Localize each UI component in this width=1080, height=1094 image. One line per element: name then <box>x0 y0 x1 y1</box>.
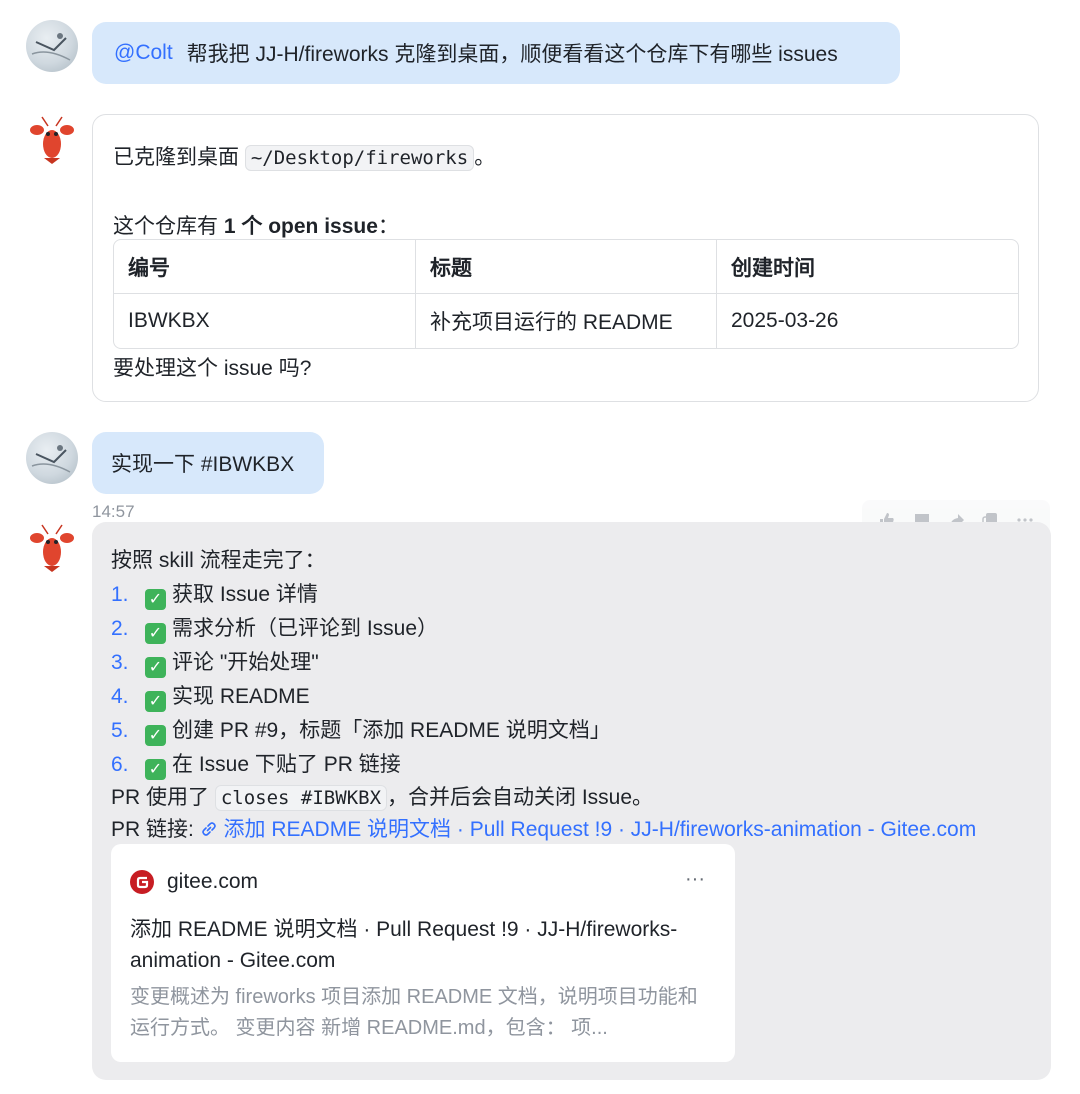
issue-summary-line: 这个仓库有 1 个 open issue： <box>113 210 399 240</box>
closes-code: closes #IBWKBX <box>214 785 388 811</box>
link-preview-card[interactable]: gitee.com ··· 添加 README 说明文档 · Pull Requ… <box>111 844 735 1062</box>
step-number: 2. <box>111 617 129 640</box>
table-header-row: 编号 标题 创建时间 <box>114 240 1018 294</box>
closes-suffix: ，合并后会自动关闭 Issue。 <box>387 786 654 809</box>
cell-id: IBWKBX <box>114 294 416 348</box>
step-text: 在 Issue 下贴了 PR 链接 <box>172 753 401 776</box>
check-icon: ✓ <box>145 759 166 780</box>
clone-result-line: 已克隆到桌面 ~/Desktop/fireworks。 <box>113 141 495 171</box>
pr-link[interactable]: 添加 README 说明文档 · Pull Request !9 · JJ-H/… <box>200 818 977 841</box>
message-user-1: @Colt 帮我把 JJ-H/fireworks 克隆到桌面，顺便看看这个仓库下… <box>0 18 1080 88</box>
summary-bold: 1 个 open issue <box>223 215 378 238</box>
check-icon: ✓ <box>145 657 166 678</box>
cell-created: 2025-03-26 <box>731 309 839 332</box>
intro-line: 按照 skill 流程走完了： <box>111 549 326 572</box>
preview-more-icon[interactable]: ··· <box>685 868 705 891</box>
step-text: 获取 Issue 详情 <box>172 583 318 606</box>
path-code: ~/Desktop/fireworks <box>244 145 475 171</box>
link-icon <box>201 822 216 836</box>
preview-site: gitee.com <box>167 870 259 893</box>
clone-text: 已克隆到桌面 <box>113 146 239 169</box>
cell-title: 补充项目运行的 README <box>416 294 717 348</box>
list-item: 1. ✓ 获取 Issue 详情 <box>111 578 318 610</box>
list-item: 6. ✓ 在 Issue 下贴了 PR 链接 <box>111 748 401 780</box>
closes-prefix: PR 使用了 <box>111 786 210 809</box>
gitee-logo-icon <box>130 870 154 894</box>
preview-title: 添加 README 说明文档 · Pull Request !9 · JJ-H/… <box>130 918 678 972</box>
bot-message-card: 已克隆到桌面 ~/Desktop/fireworks。 这个仓库有 1 个 op… <box>92 114 1039 402</box>
step-text: 评论 "开始处理" <box>172 651 319 674</box>
user-avatar[interactable] <box>26 20 78 72</box>
summary-prefix: 这个仓库有 <box>113 215 218 238</box>
list-item: 2. ✓ 需求分析（已评论到 Issue） <box>111 612 438 644</box>
pr-link-text[interactable]: 添加 README 说明文档 · Pull Request !9 · JJ-H/… <box>224 818 977 841</box>
step-text: 创建 PR #9，标题「添加 README 说明文档」 <box>172 719 611 742</box>
user-avatar[interactable] <box>26 432 78 484</box>
message-text: 帮我把 JJ-H/fireworks 克隆到桌面，顺便看看这个仓库下有哪些 is… <box>186 43 838 66</box>
header-created: 创建时间 <box>717 240 1018 294</box>
step-text: 实现 README <box>172 685 310 708</box>
preview-description: 变更概述为 fireworks 项目添加 README 文档，说明项目功能和运行… <box>130 986 698 1039</box>
list-item: 3. ✓ 评论 "开始处理" <box>111 646 319 678</box>
punct: 。 <box>474 146 496 169</box>
list-item: 5. ✓ 创建 PR #9，标题「添加 README 说明文档」 <box>111 714 611 746</box>
question-line: 要处理这个 issue 吗? <box>113 357 312 380</box>
step-number: 3. <box>111 651 129 674</box>
pr-link-label: PR 链接: <box>111 818 194 841</box>
closes-line: PR 使用了 closes #IBWKBX ，合并后会自动关闭 Issue。 <box>111 781 653 811</box>
step-text: 需求分析（已评论到 Issue） <box>172 617 439 640</box>
lobster-avatar-icon <box>26 114 78 166</box>
header-title: 标题 <box>416 240 717 294</box>
lobster-avatar-icon <box>26 522 78 574</box>
user-message-bubble: 实现一下 #IBWKBX <box>92 432 324 494</box>
header-id: 编号 <box>114 240 416 294</box>
user-message-bubble: @Colt 帮我把 JJ-H/fireworks 克隆到桌面，顺便看看这个仓库下… <box>92 22 900 84</box>
step-number: 1. <box>111 583 129 606</box>
check-icon: ✓ <box>145 623 166 644</box>
step-number: 5. <box>111 719 129 742</box>
message-text: 实现一下 #IBWKBX <box>111 453 295 476</box>
check-icon: ✓ <box>145 589 166 610</box>
issues-table: 编号 标题 创建时间 IBWKBX 补充项目运行的 README 2025-03… <box>113 239 1019 349</box>
message-timestamp: 14:57 <box>92 502 135 521</box>
table-row: IBWKBX 补充项目运行的 README 2025-03-26 <box>114 294 1018 348</box>
step-number: 4. <box>111 685 129 708</box>
summary-suffix: ： <box>377 215 399 238</box>
check-icon: ✓ <box>145 691 166 712</box>
step-number: 6. <box>111 753 129 776</box>
bot-message-bubble: 按照 skill 流程走完了： 1. ✓ 获取 Issue 详情 2. ✓ 需求分析（已… <box>92 522 1051 1080</box>
mention-link[interactable]: @Colt <box>114 41 173 65</box>
pr-link-line: PR 链接: 添加 README 说明文档 · Pull Request !9 … <box>111 813 976 843</box>
list-item: 4. ✓ 实现 README <box>111 680 310 712</box>
check-icon: ✓ <box>145 725 166 746</box>
